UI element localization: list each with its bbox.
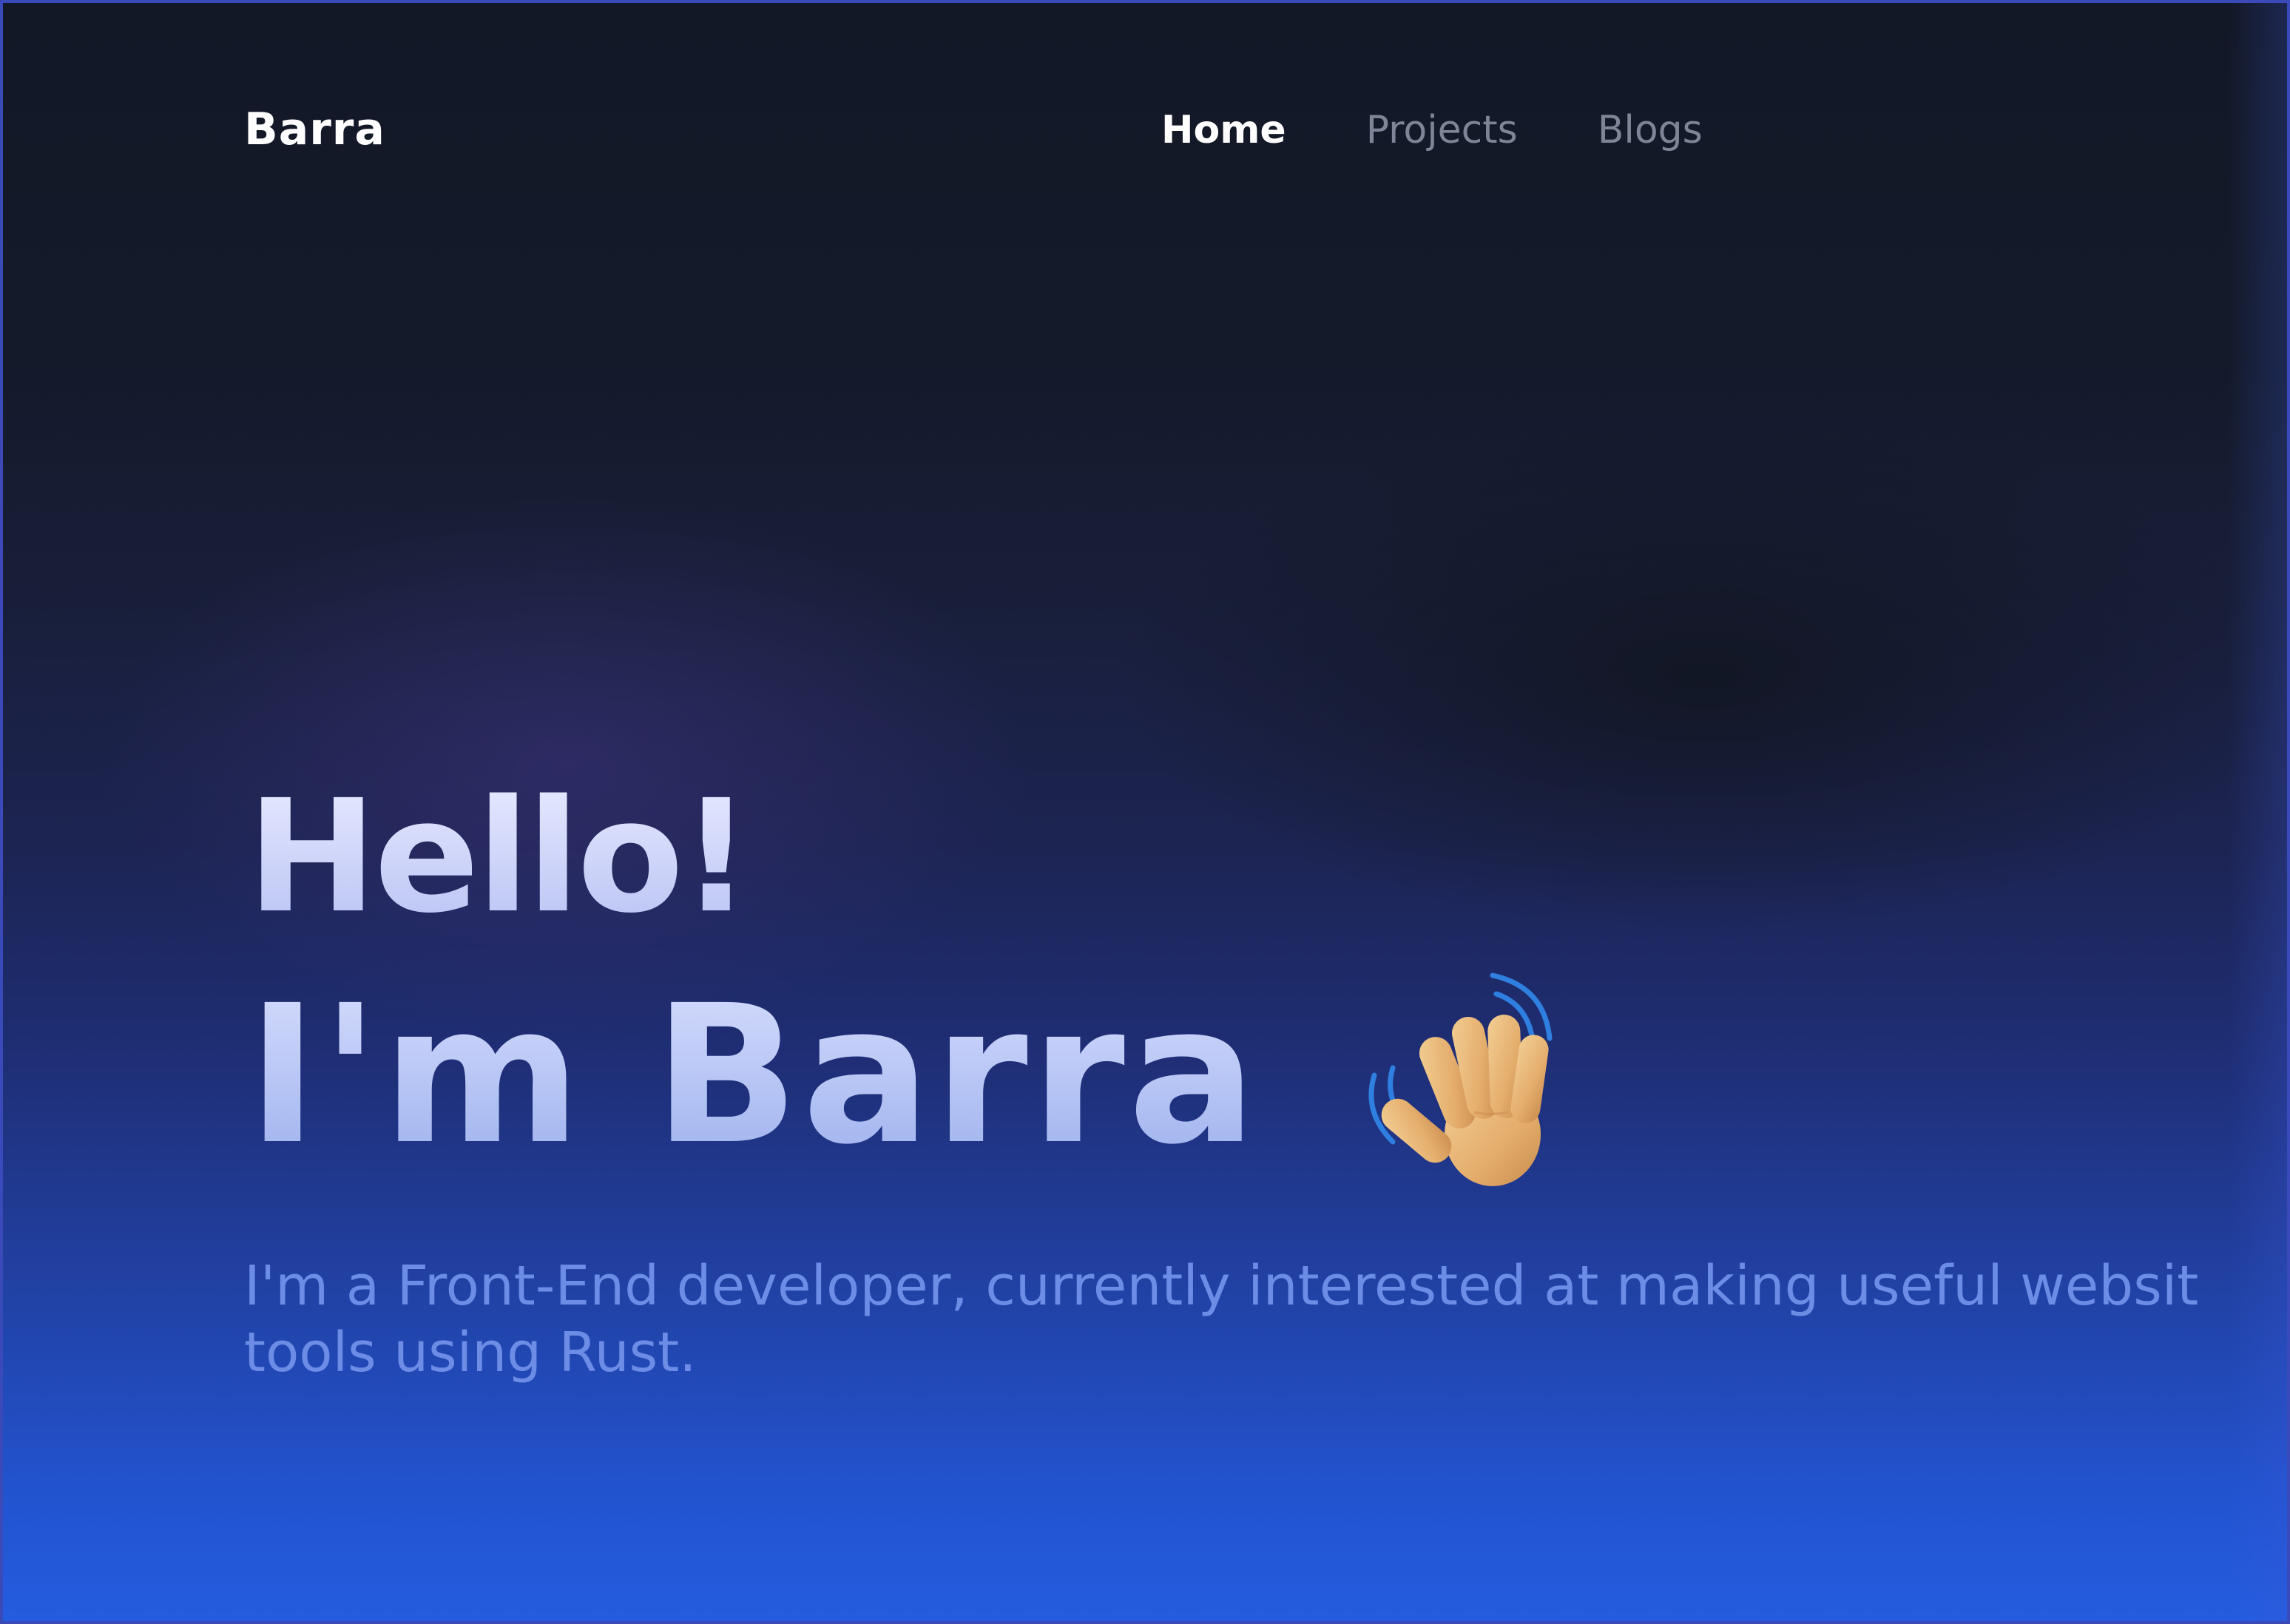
nav-link-projects[interactable]: Projects <box>1366 108 1518 152</box>
hero-section: Hello! I'm Barra <box>247 779 1578 1186</box>
nav-link-home[interactable]: Home <box>1161 108 1286 152</box>
hero-name-row: I'm Barra <box>247 964 1578 1186</box>
navbar: Barra Home Projects Blogs <box>3 3 2287 269</box>
hero-name: I'm Barra <box>247 964 1260 1186</box>
hero-greeting: Hello! <box>247 779 1578 935</box>
nav-links: Home Projects Blogs <box>1161 108 1703 152</box>
waving-hand-icon <box>1368 972 1553 1186</box>
page: Barra Home Projects Blogs Hello! I'm Bar… <box>0 0 2290 1624</box>
nav-link-blogs[interactable]: Blogs <box>1598 108 1703 152</box>
hero-description-line-2: tools using Rust. <box>244 1321 697 1384</box>
hero-description-line-1: I'm a Front-End developer, currently int… <box>244 1254 2199 1318</box>
hero-description: I'm a Front-End developer, currently int… <box>244 1253 2287 1386</box>
brand-logo-link[interactable]: Barra <box>244 104 385 155</box>
